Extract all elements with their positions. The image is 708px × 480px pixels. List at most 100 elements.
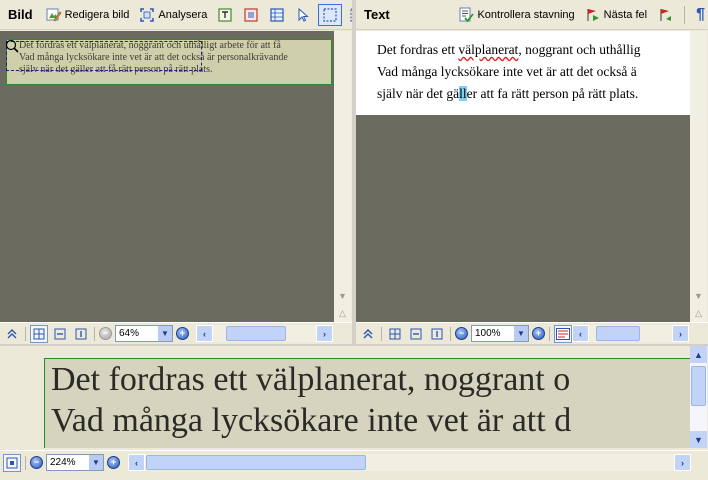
scroll-right-icon[interactable]: › [672,325,689,342]
horizontal-splitter[interactable] [0,344,708,346]
scroll-right-icon[interactable]: › [674,454,691,471]
zoomed-document-image: Det fordras ett välplanerat, noggrant o … [44,358,690,448]
spellcheck-icon [459,7,475,22]
show-formatting-button[interactable]: ¶ [693,4,708,26]
table-area-tool[interactable] [266,4,288,26]
text-vertical-scrollbar[interactable]: ▼ △ [690,31,707,322]
fit-page-icon [33,328,45,339]
fit-width-button[interactable] [51,325,69,343]
image-scroll-down-icon[interactable]: ▼ [334,287,351,304]
text-scroll-down-icon[interactable]: ▼ [690,287,707,304]
compare-view-icon [556,327,570,340]
scroll-left-icon[interactable]: ‹ [572,325,589,342]
scroll-right-icon[interactable]: › [316,325,333,342]
pilcrow-icon: ¶ [696,5,705,23]
text-area-tool[interactable] [214,4,236,26]
fit-height-icon [431,328,443,339]
previous-error-icon [660,8,672,21]
zoom-pane-zoom-in-icon[interactable]: + [107,456,120,469]
zoom-vertical-scrollbar[interactable]: ▲ ▼ [690,346,707,448]
zoom-in-icon[interactable]: + [176,327,189,340]
fit-page-icon [389,328,401,339]
text-pane-title: Text [364,7,390,22]
text-zoom-in-icon[interactable]: + [532,327,545,340]
text-canvas[interactable]: Det fordras ett välplanerat, noggrant oc… [356,31,690,322]
edit-image-button[interactable]: Redigera bild [43,4,133,26]
text-line-3[interactable]: själv när det gäller att fa rätt person … [377,83,690,105]
zoom-horizontal-scrollbar[interactable]: ‹ › [128,454,691,471]
text-cursor-highlight: ll [459,86,467,101]
zoom-cursor-icon [5,39,19,53]
text-pane: Text Kontrollera stavning Nästa fel ¶ De… [356,0,708,344]
chevron-down-icon: ▼ [158,326,172,341]
fit-width-icon [54,328,66,339]
zoom-line-1: Det fordras ett välplanerat, noggrant o [51,361,571,398]
scroll-thumb[interactable] [596,326,640,341]
text-selection-box[interactable] [6,41,202,71]
vertical-splitter[interactable] [352,0,356,344]
zoom-fit-button[interactable] [3,453,21,472]
zoom-canvas[interactable]: Det fordras ett välplanerat, noggrant o … [0,346,690,448]
picture-area-tool[interactable] [240,4,262,26]
scroll-thumb[interactable] [226,326,286,341]
zoom-scroll-up-icon[interactable]: ▲ [690,346,707,363]
fit-width-icon [410,328,422,339]
recognized-text-page[interactable]: Det fordras ett välplanerat, noggrant oc… [356,31,690,115]
zoom-scroll-down-icon[interactable]: ▼ [690,431,707,448]
text-horizontal-scrollbar[interactable]: ‹ › [572,325,689,342]
analyze-label: Analysera [158,8,208,21]
image-zoom-value: 64% [119,328,140,339]
double-chevron-up-icon [363,328,373,338]
fit-page-button[interactable] [30,324,48,343]
next-error-label: Nästa fel [603,8,648,21]
fit-height-button[interactable] [72,325,90,343]
text-zoom-value: 100% [475,328,501,339]
image-pane: Bild Redigera bild Analysera Det fordras… [0,0,364,344]
pointer-tool[interactable] [292,4,314,26]
image-horizontal-scrollbar[interactable]: ‹ › [196,325,333,342]
analyze-button[interactable]: Analysera [136,4,210,26]
compare-view-button[interactable] [554,324,572,343]
text-toolbar: Text Kontrollera stavning Nästa fel ¶ [356,0,708,30]
scroll-left-icon[interactable]: ‹ [196,325,213,342]
text-page-up-icon[interactable]: △ [690,305,707,322]
text-zoom-select[interactable]: 100% ▼ [471,325,529,342]
picture-area-icon [244,7,258,22]
scroll-thumb[interactable] [146,455,366,470]
zoom-pane-zoom-out-icon[interactable]: − [30,456,43,469]
analyze-icon [140,7,155,22]
chevron-down-icon: ▼ [89,455,103,470]
text-zoom-out-icon[interactable]: − [455,327,468,340]
zoom-line-2: Vad många lycksökare inte vet är att d [51,402,572,439]
text-fit-height-button[interactable] [428,325,446,343]
select-area-tool[interactable] [318,3,343,26]
image-expand-button[interactable] [3,325,21,343]
previous-error-button[interactable] [654,4,676,26]
check-spelling-label: Kontrollera stavning [477,8,575,21]
toolbar-divider [684,5,686,24]
next-error-icon [587,8,599,21]
spelling-error[interactable]: välplanerat [458,42,518,57]
fit-height-icon [75,328,87,339]
next-error-button[interactable]: Nästa fel [582,4,650,26]
zoom-pane-zoom-select[interactable]: 224% ▼ [46,454,104,471]
text-expand-button[interactable] [359,325,377,343]
image-page-up-icon[interactable]: △ [334,305,351,322]
image-vertical-scrollbar[interactable]: ▼ △ [334,31,351,322]
text-line-2[interactable]: Vad många lycksökare inte vet är att det… [377,61,690,83]
dashed-selection-icon [323,7,337,22]
zoom-pane: Det fordras ett välplanerat, noggrant o … [0,346,708,480]
text-line-1[interactable]: Det fordras ett välplanerat, noggrant oc… [377,39,690,61]
image-zoom-select[interactable]: 64% ▼ [115,325,173,342]
text-fit-width-button[interactable] [407,325,425,343]
zoom-scroll-thumb[interactable] [691,366,706,406]
text-area-icon [218,7,232,22]
table-area-icon [270,7,284,22]
check-spelling-button[interactable]: Kontrollera stavning [455,4,577,26]
scroll-left-icon[interactable]: ‹ [128,454,145,471]
image-canvas[interactable]: Det fordras ett välplanerat, noggrant oc… [0,31,334,322]
text-fit-page-button[interactable] [386,325,404,343]
edit-image-label: Redigera bild [64,8,130,21]
image-toolbar: Bild Redigera bild Analysera [0,0,364,30]
zoom-out-icon[interactable]: − [99,327,112,340]
